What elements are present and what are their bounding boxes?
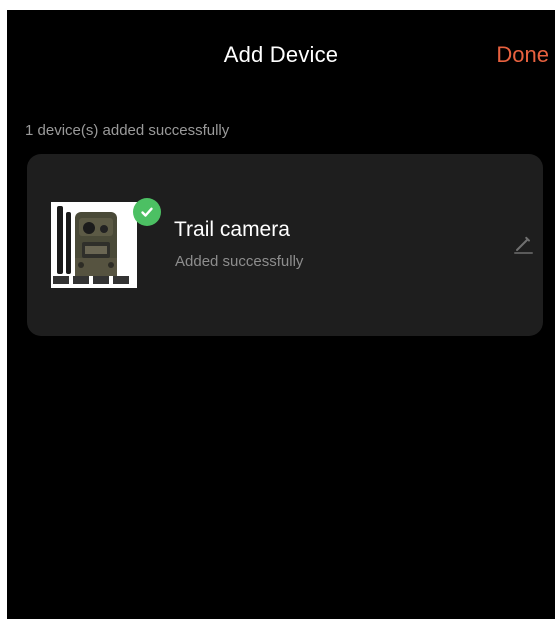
check-icon bbox=[133, 198, 161, 226]
device-name: Trail camera bbox=[174, 218, 290, 241]
page-title: Add Device bbox=[223, 42, 339, 67]
add-device-screen: Add Device Done 1 device(s) added succes… bbox=[7, 10, 555, 619]
trail-camera-image bbox=[51, 202, 137, 288]
device-thumbnail bbox=[51, 202, 137, 288]
device-card: Trail camera Added successfully bbox=[27, 154, 543, 336]
done-button[interactable]: Done bbox=[496, 42, 549, 68]
device-status-text: Added successfully bbox=[175, 253, 304, 270]
pencil-icon[interactable] bbox=[511, 232, 535, 256]
success-status-text: 1 device(s) added successfully bbox=[25, 122, 230, 139]
